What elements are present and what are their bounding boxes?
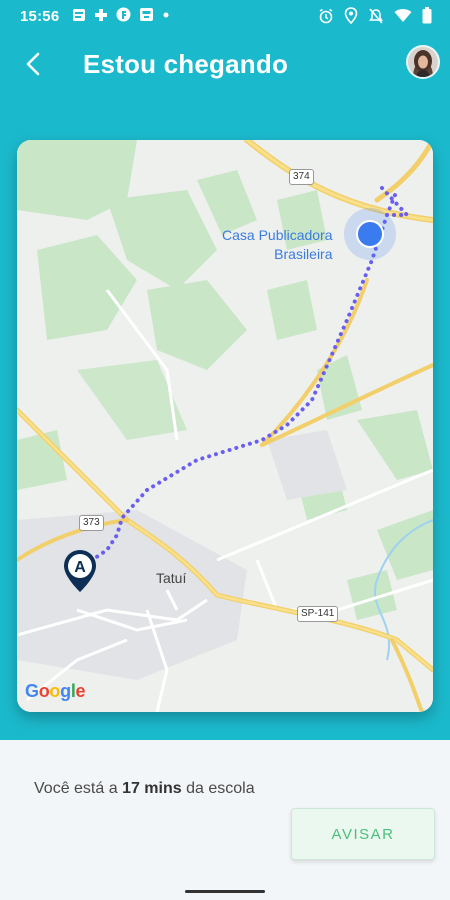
chevron-left-icon bbox=[26, 52, 40, 76]
avatar-image bbox=[408, 47, 438, 77]
poi-label-line2: Brasileira bbox=[274, 246, 333, 262]
status-time: 15:56 bbox=[20, 8, 60, 25]
eta-suffix: da escola bbox=[181, 780, 255, 797]
eta-prefix: Você está a bbox=[34, 780, 123, 797]
city-label: Tatuí bbox=[156, 570, 187, 586]
back-button[interactable] bbox=[18, 48, 50, 80]
eta-message: Você está a 17 mins da escola bbox=[34, 780, 255, 798]
app-bar: Estou chegando bbox=[0, 36, 450, 92]
current-location-marker bbox=[344, 208, 396, 260]
keyboard-icon bbox=[140, 8, 153, 21]
page-title: Estou chegando bbox=[83, 49, 289, 79]
poi-label: Casa Publicadora Brasileira bbox=[222, 226, 333, 264]
alarm-icon bbox=[319, 8, 333, 23]
road-shield-374: 374 bbox=[289, 169, 314, 185]
status-left-icons bbox=[72, 7, 170, 22]
location-icon bbox=[344, 7, 358, 24]
gallery-icon bbox=[73, 8, 85, 21]
road-shield-sp141: SP-141 bbox=[297, 606, 339, 622]
eta-value: 17 mins bbox=[122, 780, 182, 797]
avisar-button[interactable]: AVISAR bbox=[291, 808, 435, 860]
bottom-panel: Você está a 17 mins da escola AVISAR bbox=[0, 740, 450, 900]
status-bar: 15:56 bbox=[0, 0, 450, 32]
dot-icon bbox=[163, 12, 169, 17]
map-view[interactable]: A 374 373 SP-141 Casa Publicadora Brasil… bbox=[17, 140, 433, 712]
medical-icon bbox=[95, 8, 107, 21]
mute-icon bbox=[369, 7, 383, 24]
poi-label-line1: Casa Publicadora bbox=[222, 227, 333, 243]
user-avatar[interactable] bbox=[406, 45, 440, 79]
svg-text:A: A bbox=[74, 559, 86, 576]
f-app-icon bbox=[116, 7, 131, 22]
google-attribution: Google bbox=[25, 681, 86, 701]
home-indicator[interactable] bbox=[185, 890, 265, 893]
status-right-icons bbox=[318, 7, 432, 24]
road-shield-373: 373 bbox=[79, 515, 104, 531]
wifi-icon bbox=[394, 9, 412, 22]
battery-icon bbox=[422, 7, 432, 24]
